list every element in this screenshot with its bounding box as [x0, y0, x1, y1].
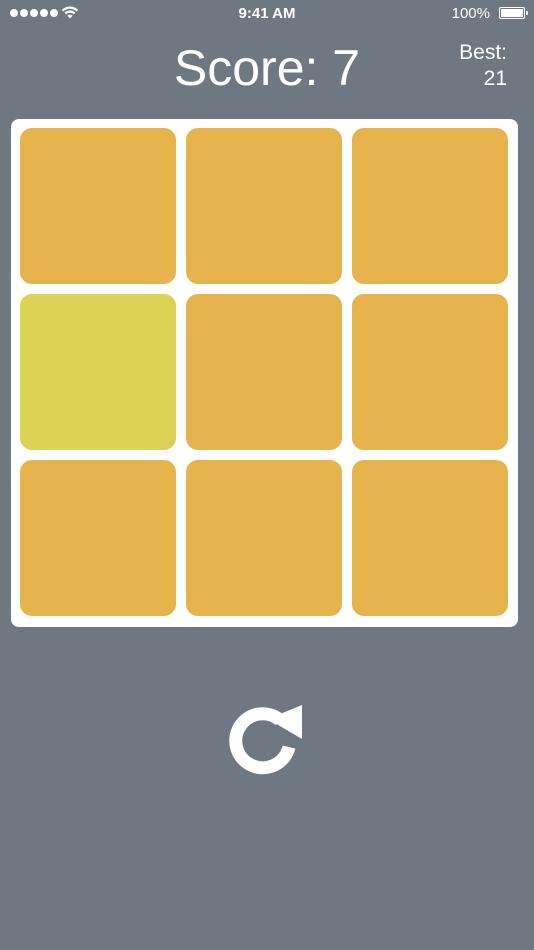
- best-value: 21: [483, 67, 507, 90]
- tile-r3-c1[interactable]: [20, 460, 176, 616]
- tile-r2-c2[interactable]: [186, 294, 342, 450]
- best-label: Best:: [459, 41, 507, 64]
- best-score: Best: 21: [459, 40, 507, 92]
- tile-r2-c3[interactable]: [352, 294, 508, 450]
- battery-icon: [499, 7, 528, 19]
- tile-r1-c2[interactable]: [186, 128, 342, 284]
- tile-r1-c3[interactable]: [352, 128, 508, 284]
- tile-r2-c1[interactable]: [20, 294, 176, 450]
- tile-r1-c1[interactable]: [20, 128, 176, 284]
- tile-r3-c3[interactable]: [352, 460, 508, 616]
- score-label: Score: 7: [173, 40, 361, 96]
- battery-percentage: 100%: [451, 5, 490, 22]
- tile-r3-c2[interactable]: [186, 460, 342, 616]
- status-bar: 9:41 AM 100%: [0, 0, 534, 28]
- restart-icon[interactable]: [228, 701, 306, 779]
- game-board: [11, 119, 518, 627]
